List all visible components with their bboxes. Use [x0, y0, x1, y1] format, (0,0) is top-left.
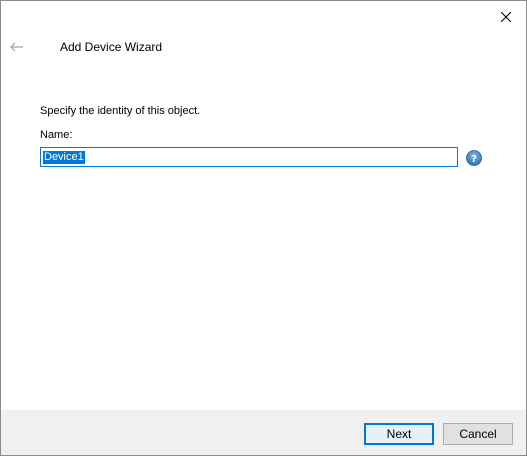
- help-button[interactable]: ?: [466, 150, 482, 166]
- cancel-button[interactable]: Cancel: [443, 423, 513, 445]
- close-icon: [501, 12, 511, 22]
- wizard-window: Add Device Wizard Specify the identity o…: [0, 0, 527, 456]
- svg-text:?: ?: [471, 154, 477, 165]
- name-input[interactable]: Device1: [40, 147, 458, 167]
- close-button[interactable]: [491, 5, 521, 29]
- next-button[interactable]: Next: [364, 423, 434, 445]
- back-arrow-icon: [10, 42, 23, 52]
- help-icon: ?: [466, 150, 482, 166]
- back-button[interactable]: [7, 37, 27, 57]
- name-label: Name:: [40, 129, 73, 141]
- wizard-title: Add Device Wizard: [60, 40, 163, 54]
- name-input-value: Device1: [43, 150, 85, 164]
- instruction-text: Specify the identity of this object.: [40, 105, 201, 117]
